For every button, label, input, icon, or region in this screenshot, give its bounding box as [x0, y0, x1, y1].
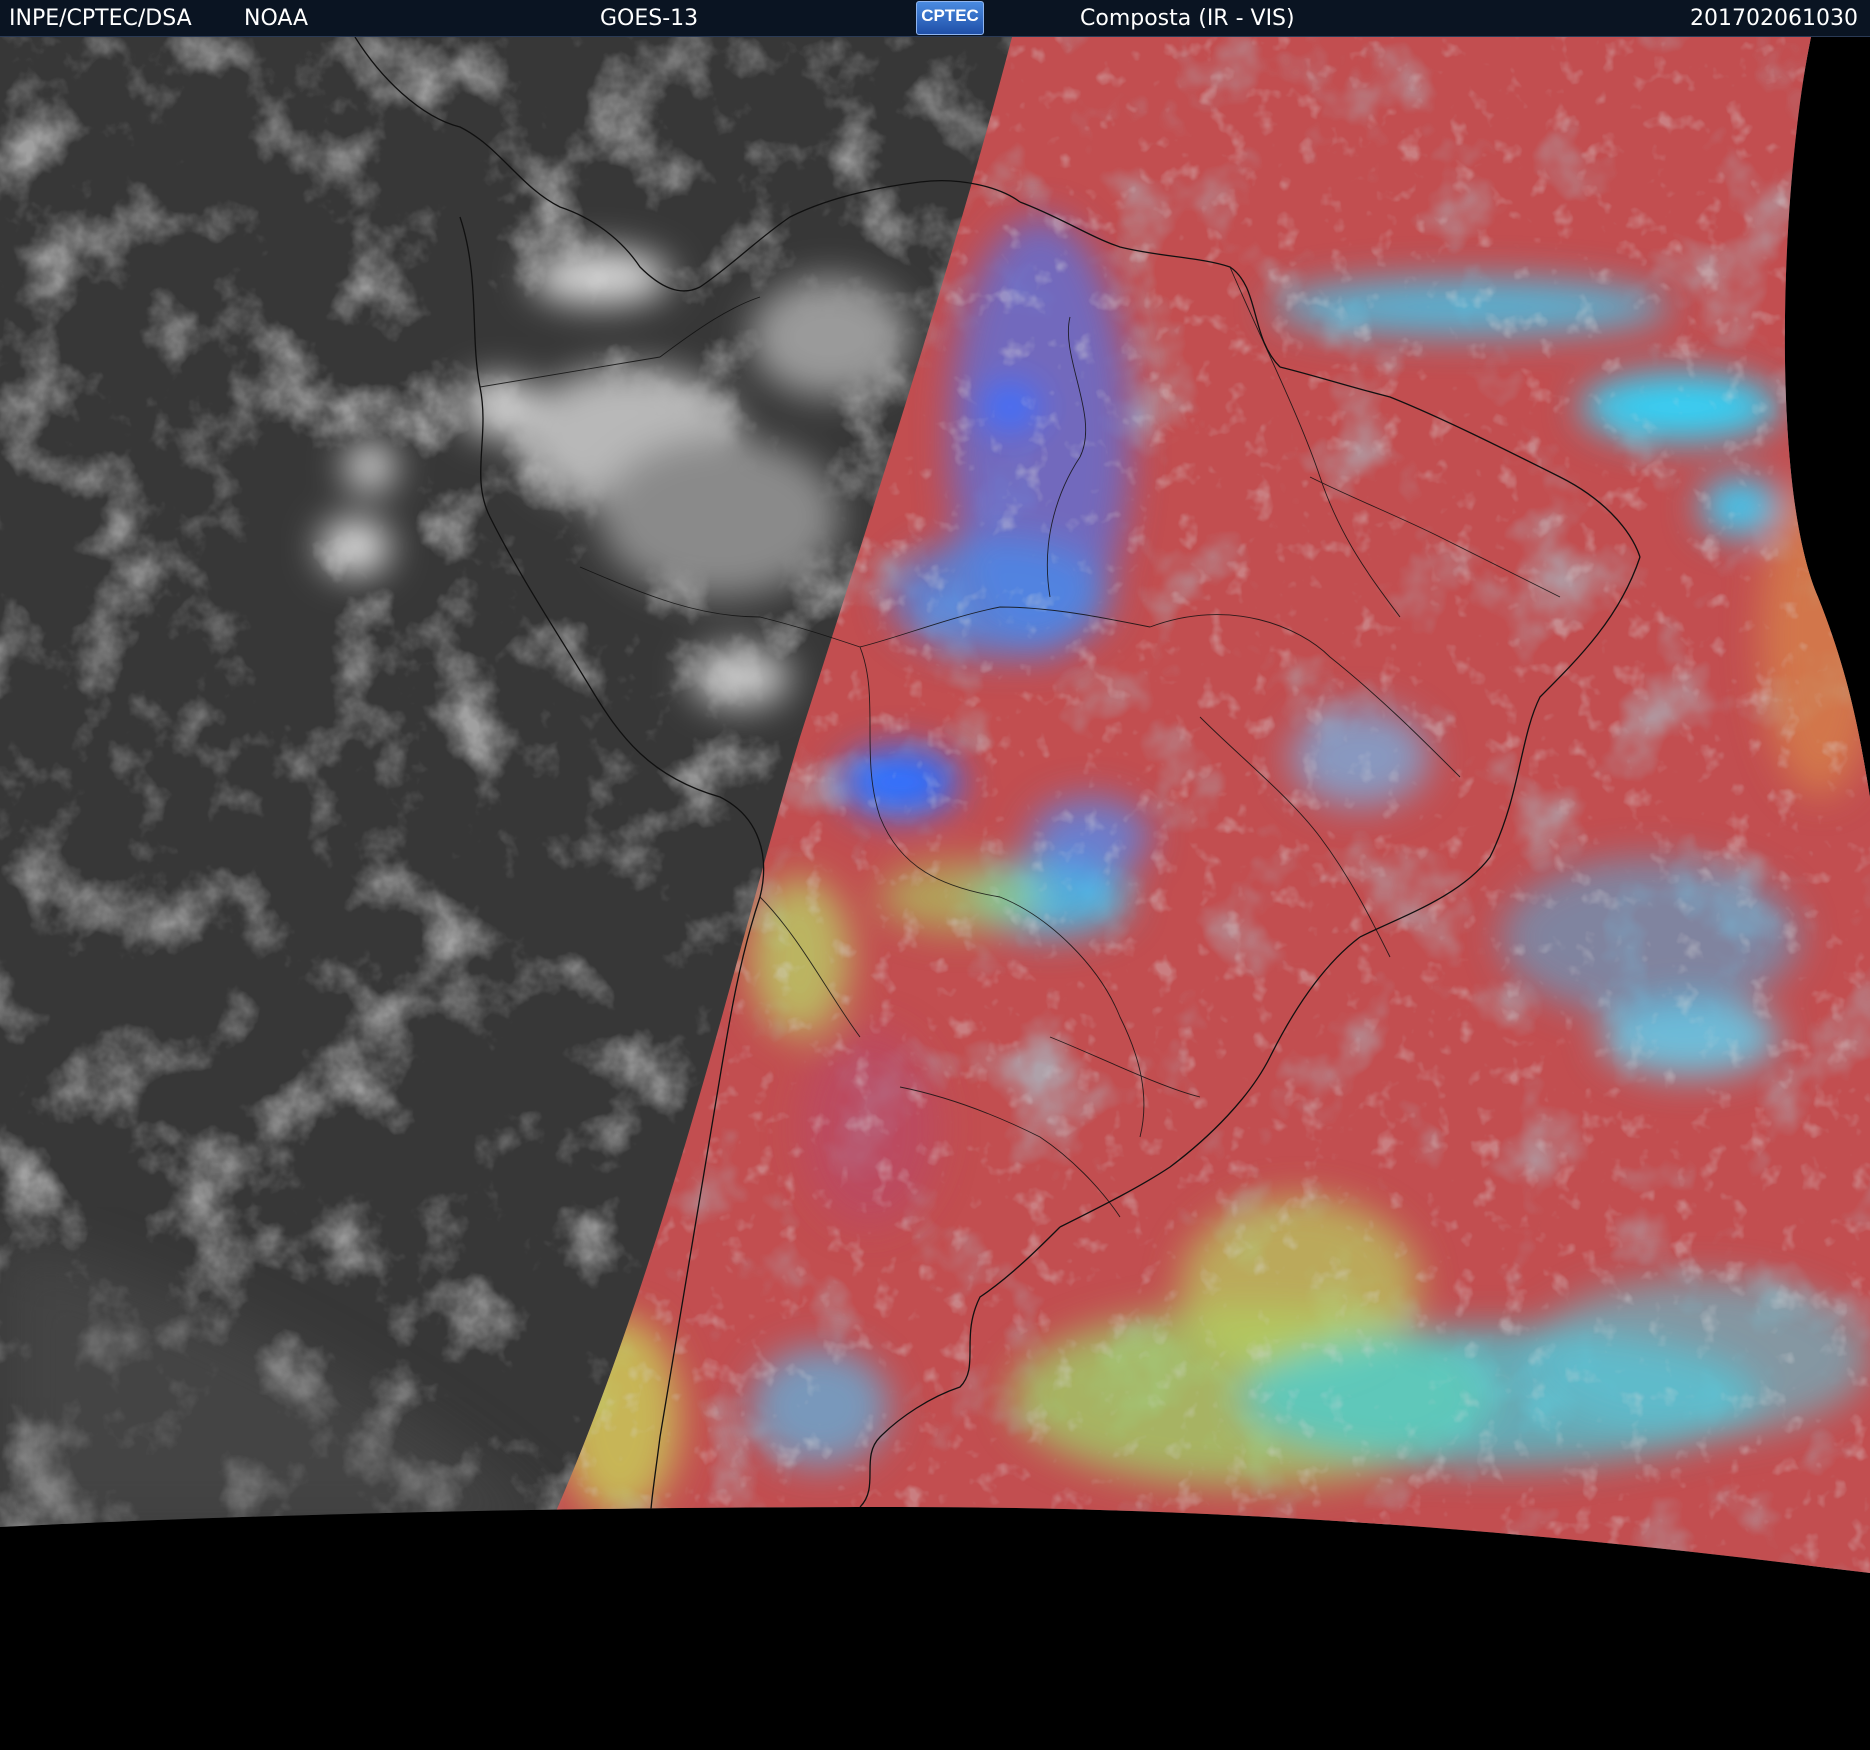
satellite-image [0, 37, 1870, 1573]
earth-disk [0, 37, 1870, 1573]
title-bar: INPE/CPTEC/DSA NOAA GOES-13 CPTEC Compos… [0, 0, 1870, 37]
agency-label: INPE/CPTEC/DSA [9, 6, 192, 31]
cptec-logo-icon: CPTEC [916, 1, 984, 35]
satellite-label: GOES-13 [600, 6, 699, 31]
source-label: NOAA [244, 6, 309, 31]
logo-text: CPTEC [921, 6, 979, 25]
product-label: Composta (IR - VIS) [1080, 6, 1295, 31]
timestamp-label: 201702061030 [1690, 6, 1858, 31]
